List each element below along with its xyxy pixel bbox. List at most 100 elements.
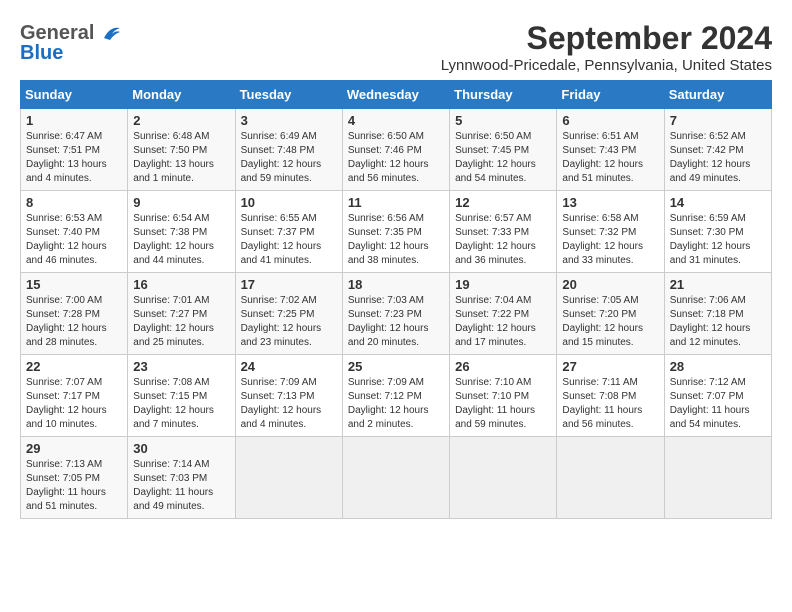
day-cell-0-3: 4 Sunrise: 6:50 AMSunset: 7:46 PMDaylight… — [342, 109, 449, 191]
day-cell-1-4: 12Sunrise: 6:57 AMSunset: 7:33 PMDayligh… — [450, 191, 557, 273]
week-row-2: 8Sunrise: 6:53 AMSunset: 7:40 PMDaylight… — [21, 191, 772, 273]
day-number: 15 — [26, 277, 122, 292]
calendar-table: Sunday Monday Tuesday Wednesday Thursday… — [20, 80, 772, 519]
day-cell-4-2 — [235, 437, 342, 519]
day-info: Sunrise: 6:51 AMSunset: 7:43 PMDaylight:… — [562, 130, 658, 186]
title-section: September 2024 Lynnwood-Pricedale, Penns… — [441, 20, 772, 74]
day-cell-4-5 — [557, 437, 664, 519]
day-info: Sunrise: 7:04 AMSunset: 7:22 PMDaylight:… — [455, 294, 551, 350]
day-number: 21 — [670, 277, 766, 292]
day-info: Sunrise: 6:59 AMSunset: 7:30 PMDaylight:… — [670, 212, 766, 268]
day-cell-1-1: 9 Sunrise: 6:54 AMSunset: 7:38 PMDaylight… — [128, 191, 235, 273]
day-number: 24 — [241, 359, 337, 374]
day-info: Sunrise: 6:54 AMSunset: 7:38 PMDaylight:… — [133, 212, 229, 268]
day-cell-4-0: 29Sunrise: 7:13 AMSunset: 7:05 PMDayligh… — [21, 437, 128, 519]
day-number: 28 — [670, 359, 766, 374]
header-monday: Monday — [128, 81, 235, 109]
header-wednesday: Wednesday — [342, 81, 449, 109]
day-cell-2-6: 21Sunrise: 7:06 AMSunset: 7:18 PMDayligh… — [664, 273, 771, 355]
day-cell-3-2: 24 Sunrise: 7:09 AMSunset: 7:13 PMDayligh… — [235, 355, 342, 437]
day-cell-1-2: 10 Sunrise: 6:55 AMSunset: 7:37 PMDayligh… — [235, 191, 342, 273]
day-number: 10 — [241, 195, 337, 210]
day-cell-1-5: 13 Sunrise: 6:58 AMSunset: 7:32 PMDayligh… — [557, 191, 664, 273]
logo: General Blue — [20, 20, 122, 65]
day-number: 23 — [133, 359, 229, 374]
week-row-1: 1Sunrise: 6:47 AMSunset: 7:51 PMDaylight… — [21, 109, 772, 191]
day-cell-1-0: 8Sunrise: 6:53 AMSunset: 7:40 PMDaylight… — [21, 191, 128, 273]
header-thursday: Thursday — [450, 81, 557, 109]
day-cell-0-2: 3Sunrise: 6:49 AMSunset: 7:48 PMDaylight… — [235, 109, 342, 191]
day-number: 27 — [562, 359, 658, 374]
day-info: Sunrise: 7:05 AMSunset: 7:20 PMDaylight:… — [562, 294, 658, 350]
day-number: 30 — [133, 441, 229, 456]
day-cell-4-4 — [450, 437, 557, 519]
day-info: Sunrise: 7:12 AMSunset: 7:07 PMDaylight:… — [670, 376, 766, 432]
day-number: 6 — [562, 113, 658, 128]
day-number: 7 — [670, 113, 766, 128]
day-info: Sunrise: 7:09 AMSunset: 7:13 PMDaylight:… — [241, 376, 337, 432]
day-cell-0-6: 7 Sunrise: 6:52 AMSunset: 7:42 PMDaylight… — [664, 109, 771, 191]
day-number: 8 — [26, 195, 122, 210]
day-info: Sunrise: 7:00 AMSunset: 7:28 PMDaylight:… — [26, 294, 122, 350]
logo-bird-icon — [96, 20, 122, 46]
day-cell-3-1: 23 Sunrise: 7:08 AMSunset: 7:15 PMDayligh… — [128, 355, 235, 437]
day-cell-0-5: 6 Sunrise: 6:51 AMSunset: 7:43 PMDaylight… — [557, 109, 664, 191]
day-info: Sunrise: 6:52 AMSunset: 7:42 PMDaylight:… — [670, 130, 766, 186]
day-info: Sunrise: 7:11 AMSunset: 7:08 PMDaylight:… — [562, 376, 658, 432]
day-number: 5 — [455, 113, 551, 128]
day-info: Sunrise: 7:07 AMSunset: 7:17 PMDaylight:… — [26, 376, 122, 432]
day-info: Sunrise: 6:48 AMSunset: 7:50 PMDaylight:… — [133, 130, 229, 186]
day-number: 29 — [26, 441, 122, 456]
day-cell-3-0: 22 Sunrise: 7:07 AMSunset: 7:17 PMDayligh… — [21, 355, 128, 437]
day-cell-0-0: 1Sunrise: 6:47 AMSunset: 7:51 PMDaylight… — [21, 109, 128, 191]
day-cell-0-4: 5 Sunrise: 6:50 AMSunset: 7:45 PMDaylight… — [450, 109, 557, 191]
day-info: Sunrise: 7:10 AMSunset: 7:10 PMDaylight:… — [455, 376, 551, 432]
day-info: Sunrise: 6:58 AMSunset: 7:32 PMDaylight:… — [562, 212, 658, 268]
header-sunday: Sunday — [21, 81, 128, 109]
day-cell-0-1: 2 Sunrise: 6:48 AMSunset: 7:50 PMDaylight… — [128, 109, 235, 191]
day-number: 9 — [133, 195, 229, 210]
day-cell-3-5: 27 Sunrise: 7:11 AMSunset: 7:08 PMDayligh… — [557, 355, 664, 437]
calendar-header: Sunday Monday Tuesday Wednesday Thursday… — [21, 81, 772, 109]
day-info: Sunrise: 6:55 AMSunset: 7:37 PMDaylight:… — [241, 212, 337, 268]
day-info: Sunrise: 6:50 AMSunset: 7:46 PMDaylight:… — [348, 130, 444, 186]
day-info: Sunrise: 6:56 AMSunset: 7:35 PMDaylight:… — [348, 212, 444, 268]
day-cell-2-0: 15 Sunrise: 7:00 AMSunset: 7:28 PMDayligh… — [21, 273, 128, 355]
day-cell-4-6 — [664, 437, 771, 519]
day-number: 16 — [133, 277, 229, 292]
logo-blue-text: Blue — [20, 42, 63, 65]
day-info: Sunrise: 7:03 AMSunset: 7:23 PMDaylight:… — [348, 294, 444, 350]
day-info: Sunrise: 6:50 AMSunset: 7:45 PMDaylight:… — [455, 130, 551, 186]
day-number: 4 — [348, 113, 444, 128]
header-saturday: Saturday — [664, 81, 771, 109]
week-row-3: 15 Sunrise: 7:00 AMSunset: 7:28 PMDayligh… — [21, 273, 772, 355]
day-info: Sunrise: 7:02 AMSunset: 7:25 PMDaylight:… — [241, 294, 337, 350]
day-number: 13 — [562, 195, 658, 210]
day-number: 22 — [26, 359, 122, 374]
day-number: 12 — [455, 195, 551, 210]
day-cell-3-6: 28 Sunrise: 7:12 AMSunset: 7:07 PMDayligh… — [664, 355, 771, 437]
day-number: 2 — [133, 113, 229, 128]
day-number: 17 — [241, 277, 337, 292]
day-number: 18 — [348, 277, 444, 292]
week-row-5: 29Sunrise: 7:13 AMSunset: 7:05 PMDayligh… — [21, 437, 772, 519]
day-cell-3-4: 26Sunrise: 7:10 AMSunset: 7:10 PMDayligh… — [450, 355, 557, 437]
day-info: Sunrise: 7:08 AMSunset: 7:15 PMDaylight:… — [133, 376, 229, 432]
day-number: 20 — [562, 277, 658, 292]
day-cell-2-3: 18 Sunrise: 7:03 AMSunset: 7:23 PMDayligh… — [342, 273, 449, 355]
day-info: Sunrise: 7:14 AMSunset: 7:03 PMDaylight:… — [133, 458, 229, 514]
week-row-4: 22 Sunrise: 7:07 AMSunset: 7:17 PMDayligh… — [21, 355, 772, 437]
main-title: September 2024 — [441, 20, 772, 57]
calendar-body: 1Sunrise: 6:47 AMSunset: 7:51 PMDaylight… — [21, 109, 772, 519]
header-tuesday: Tuesday — [235, 81, 342, 109]
day-cell-3-3: 25 Sunrise: 7:09 AMSunset: 7:12 PMDayligh… — [342, 355, 449, 437]
day-info: Sunrise: 6:47 AMSunset: 7:51 PMDaylight:… — [26, 130, 122, 186]
days-row: Sunday Monday Tuesday Wednesday Thursday… — [21, 81, 772, 109]
day-cell-2-5: 20 Sunrise: 7:05 AMSunset: 7:20 PMDayligh… — [557, 273, 664, 355]
day-number: 25 — [348, 359, 444, 374]
day-cell-2-4: 19Sunrise: 7:04 AMSunset: 7:22 PMDayligh… — [450, 273, 557, 355]
day-cell-4-1: 30 Sunrise: 7:14 AMSunset: 7:03 PMDayligh… — [128, 437, 235, 519]
day-cell-1-6: 14Sunrise: 6:59 AMSunset: 7:30 PMDayligh… — [664, 191, 771, 273]
day-info: Sunrise: 7:09 AMSunset: 7:12 PMDaylight:… — [348, 376, 444, 432]
day-number: 3 — [241, 113, 337, 128]
